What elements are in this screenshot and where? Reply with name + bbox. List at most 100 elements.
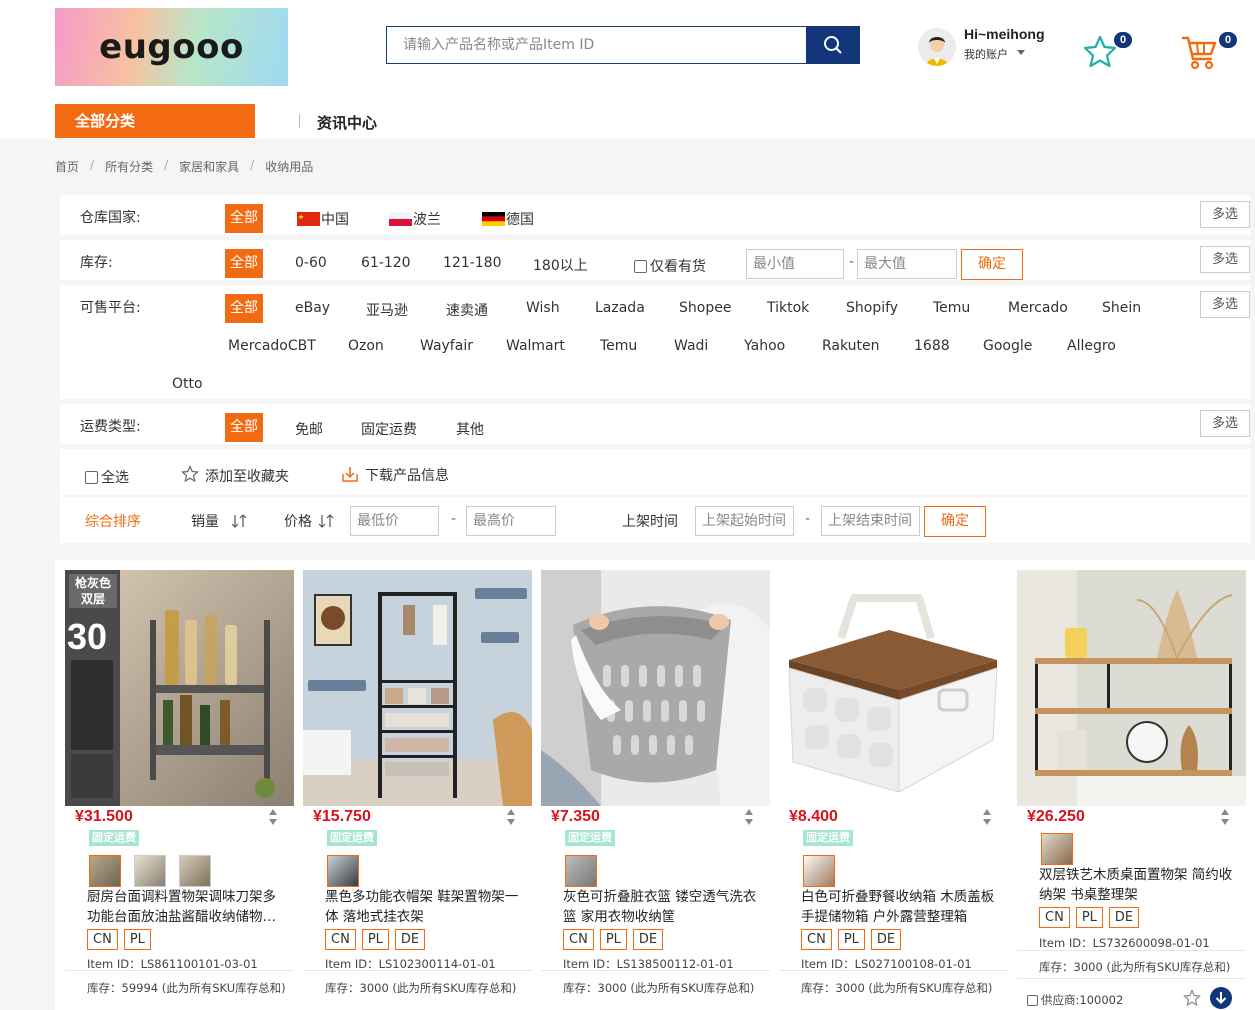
platform-aliexpress[interactable]: 速卖通	[446, 300, 488, 320]
breadcrumb-home-furniture[interactable]: 家居和家具	[179, 158, 239, 175]
variant-thumbnail[interactable]	[134, 855, 166, 887]
product-card[interactable]: ¥7.350 固定运费 灰色可折叠脏衣篮 镂空透气洗衣篮 家用衣物收纳筐 CN …	[541, 570, 770, 1010]
product-image[interactable]	[541, 570, 770, 806]
cart-button[interactable]: 0	[1180, 30, 1240, 74]
filter-warehouse-all[interactable]: 全部	[225, 204, 263, 233]
product-title[interactable]: 厨房台面调料置物架调味刀架多功能台面放油盐酱醋收纳储物…	[87, 887, 287, 927]
filter-stock-0-60[interactable]: 0-60	[295, 255, 327, 271]
platform-shein[interactable]: Shein	[1102, 300, 1141, 316]
variant-thumbnail[interactable]	[89, 855, 121, 887]
sort-updown-icon[interactable]	[744, 808, 754, 826]
product-card[interactable]: ¥8.400 固定运费 白色可折叠野餐收纳箱 木质盖板手提储物箱 户外露营整理箱…	[779, 570, 1008, 1010]
product-title[interactable]: 黑色多功能衣帽架 鞋架置物架一体 落地式挂衣架	[325, 887, 525, 927]
platform-otto[interactable]: Otto	[172, 376, 203, 392]
filter-stock-61-120[interactable]: 61-120	[361, 255, 411, 271]
in-stock-only-checkbox[interactable]: 仅看有货	[634, 256, 706, 276]
platform-allegro[interactable]: Allegro	[1067, 338, 1116, 354]
variant-thumbnail[interactable]	[327, 855, 359, 887]
platform-tiktok[interactable]: Tiktok	[767, 300, 809, 316]
filter-platform-all[interactable]: 全部	[225, 294, 263, 323]
stock-confirm-button[interactable]: 确定	[961, 249, 1023, 280]
product-card[interactable]: 枪灰色 双层 30 ¥31.500 固定运费 厨房台面调料置物架调味刀架多功能台面…	[65, 570, 294, 1010]
platform-temu[interactable]: Temu	[933, 300, 970, 316]
filter-stock-multi-select[interactable]: 多选	[1200, 246, 1250, 273]
download-icon[interactable]	[1210, 987, 1232, 1009]
sort-updown-icon[interactable]	[506, 808, 516, 826]
platform-wish[interactable]: Wish	[526, 300, 560, 316]
filter-platform-multi-select[interactable]: 多选	[1200, 291, 1250, 318]
breadcrumb-home[interactable]: 首页	[55, 158, 79, 175]
product-card[interactable]: ¥15.750 固定运费 黑色多功能衣帽架 鞋架置物架一体 落地式挂衣架 CN …	[303, 570, 532, 1010]
product-image[interactable]	[303, 570, 532, 806]
stock-max-input[interactable]: 最大值	[857, 249, 957, 279]
variant-thumbnail[interactable]	[179, 855, 211, 887]
user-account-menu[interactable]: Hi~meihong 我的账户	[918, 26, 1068, 70]
select-all-checkbox[interactable]: 全选	[85, 467, 129, 487]
platform-ebay[interactable]: eBay	[295, 300, 330, 316]
my-account-link[interactable]: 我的账户	[964, 46, 1008, 62]
add-to-favorites-button[interactable]: 添加至收藏夹	[181, 465, 289, 486]
product-image[interactable]: 枪灰色 双层 30	[65, 570, 294, 806]
platform-mercado[interactable]: Mercado	[1008, 300, 1068, 316]
breadcrumb-all-categories[interactable]: 所有分类	[105, 158, 153, 175]
variant-thumbnails	[89, 855, 211, 887]
sort-updown-icon[interactable]	[982, 808, 992, 826]
sort-price[interactable]: 价格	[284, 511, 334, 531]
platform-ozon[interactable]: Ozon	[348, 338, 384, 354]
favorites-button[interactable]: 0	[1082, 32, 1136, 72]
product-card[interactable]: ¥26.250 双层铁艺木质桌面置物架 简约收纳架 书桌整理架 CN PL DE…	[1017, 570, 1246, 1010]
sort-default[interactable]: 综合排序	[85, 511, 141, 531]
variant-thumbnail[interactable]	[565, 855, 597, 887]
filter-stock-180-plus[interactable]: 180以上	[533, 255, 588, 275]
filter-warehouse-poland[interactable]: 波兰	[389, 209, 441, 229]
sort-updown-icon[interactable]	[268, 808, 278, 826]
platform-wayfair[interactable]: Wayfair	[420, 338, 473, 354]
listing-start-input[interactable]: 上架起始时间	[695, 506, 794, 536]
filter-warehouse-germany[interactable]: 德国	[482, 209, 534, 229]
platform-1688[interactable]: 1688	[914, 338, 950, 354]
sort-updown-icon[interactable]	[1220, 808, 1230, 826]
filter-warehouse-china[interactable]: 中国	[297, 209, 349, 229]
variant-thumbnail[interactable]	[1041, 833, 1073, 865]
listing-confirm-button[interactable]: 确定	[924, 506, 986, 537]
sort-sales[interactable]: 销量	[191, 511, 247, 531]
platform-walmart[interactable]: Walmart	[506, 338, 565, 354]
filter-shipping-all[interactable]: 全部	[225, 413, 263, 442]
site-logo[interactable]: eugooo	[55, 8, 288, 86]
all-categories-button[interactable]: 全部分类	[55, 104, 255, 138]
filter-shipping-multi-select[interactable]: 多选	[1200, 410, 1250, 437]
product-title[interactable]: 灰色可折叠脏衣篮 镂空透气洗衣篮 家用衣物收纳筐	[563, 887, 763, 927]
filter-stock-121-180[interactable]: 121-180	[443, 255, 502, 271]
platform-shopify[interactable]: Shopify	[846, 300, 898, 316]
variant-thumbnail[interactable]	[803, 855, 835, 887]
download-product-info-button[interactable]: 下载产品信息	[341, 465, 449, 485]
platform-shopee[interactable]: Shopee	[679, 300, 731, 316]
product-image[interactable]	[1017, 570, 1246, 806]
filter-warehouse-multi-select[interactable]: 多选	[1200, 201, 1250, 228]
listing-end-input[interactable]: 上架结束时间	[821, 506, 920, 536]
max-price-input[interactable]: 最高价	[466, 506, 556, 536]
platform-wadi[interactable]: Wadi	[674, 338, 708, 354]
min-price-input[interactable]: 最低价	[350, 506, 439, 536]
star-outline-icon[interactable]	[1183, 989, 1201, 1007]
platform-yahoo[interactable]: Yahoo	[744, 338, 785, 354]
shipping-other[interactable]: 其他	[456, 419, 484, 439]
platform-temu-2[interactable]: Temu	[600, 338, 637, 354]
search-input[interactable]	[386, 26, 806, 64]
search-button[interactable]	[806, 26, 860, 64]
platform-google[interactable]: Google	[983, 338, 1032, 354]
platform-lazada[interactable]: Lazada	[595, 300, 645, 316]
shipping-fixed[interactable]: 固定运费	[361, 419, 417, 439]
breadcrumb-storage[interactable]: 收纳用品	[265, 158, 313, 175]
supplier-checkbox[interactable]: 供应商:100002	[1027, 992, 1123, 1008]
platform-amazon[interactable]: 亚马逊	[366, 300, 408, 320]
shipping-free[interactable]: 免邮	[295, 419, 323, 439]
product-title[interactable]: 白色可折叠野餐收纳箱 木质盖板手提储物箱 户外露营整理箱	[801, 887, 1001, 927]
news-center-link[interactable]: 资讯中心	[317, 112, 377, 133]
platform-rakuten[interactable]: Rakuten	[822, 338, 880, 354]
product-image[interactable]	[779, 570, 1008, 806]
product-title[interactable]: 双层铁艺木质桌面置物架 简约收纳架 书桌整理架	[1039, 865, 1239, 905]
stock-min-input[interactable]: 最小值	[746, 249, 844, 279]
platform-mercadocbt[interactable]: MercadoCBT	[228, 338, 316, 354]
filter-stock-all[interactable]: 全部	[225, 249, 263, 278]
